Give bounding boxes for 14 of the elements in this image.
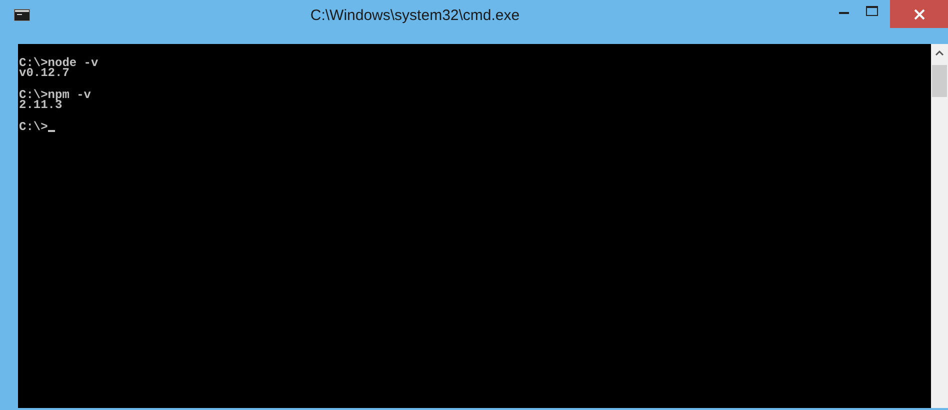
console-line: C:\>npm -v <box>19 90 92 100</box>
console-line: 2.11.3 <box>19 100 62 110</box>
scrollbar[interactable] <box>931 44 948 408</box>
console-icon <box>14 9 30 21</box>
console-line: v0.12.7 <box>19 68 70 78</box>
text-cursor <box>48 130 55 132</box>
close-button[interactable] <box>890 0 948 28</box>
console-line: C:\>node -v <box>19 58 100 68</box>
close-icon <box>914 8 924 20</box>
scrollbar-thumb[interactable] <box>932 65 947 97</box>
scroll-up-icon[interactable] <box>935 50 944 56</box>
window-title: C:\Windows\system32\cmd.exe <box>310 6 520 26</box>
maximize-icon <box>866 6 878 16</box>
console-prompt: C:\> <box>19 122 48 132</box>
